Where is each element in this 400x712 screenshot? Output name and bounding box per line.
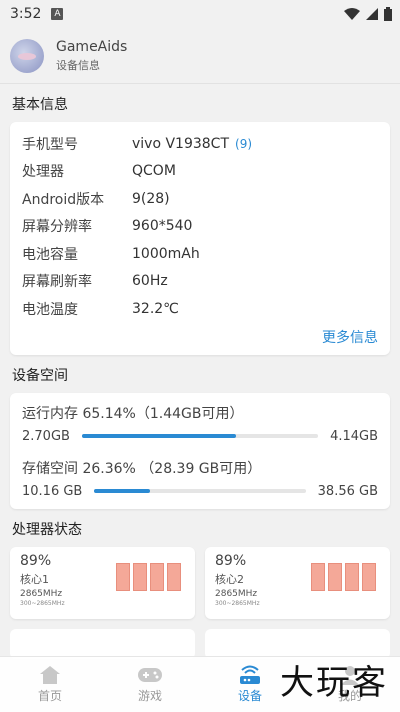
home-icon: [40, 666, 60, 684]
rom-total: 38.56 GB: [317, 483, 378, 499]
nav-device-label: 设备: [237, 689, 262, 703]
ram-used: 2.70GB: [22, 428, 70, 444]
cpu-bar: [362, 562, 376, 591]
cpu-bar: [150, 562, 164, 591]
info-row: 屏幕刷新率 60Hz: [22, 268, 378, 296]
cpu-range: 300~2865MHz: [215, 599, 260, 607]
nav-home[interactable]: 首页: [0, 657, 100, 712]
basic-info-title: 基本信息: [12, 97, 68, 113]
info-row: 处理器 QCOM: [22, 158, 378, 186]
gamepad-icon: [138, 668, 162, 682]
app-header: GameAids 设备信息: [0, 28, 400, 84]
wifi-icon: [344, 8, 360, 20]
app-subtitle: 设备信息: [56, 58, 100, 72]
app-title-group: GameAids 设备信息: [56, 39, 127, 73]
info-badge: (9): [235, 136, 253, 151]
info-key: 手机型号: [22, 136, 78, 153]
cpu-core-card: 89% 核心2 2865MHz 300~2865MHz: [205, 546, 390, 619]
basic-info-card: 手机型号 vivo V1938CT (9) 处理器 QCOM Android版本 9(2…: [10, 122, 390, 355]
cpu-grid-more: [0, 628, 400, 659]
info-key: 屏幕分辨率: [22, 219, 92, 236]
cpu-core-card: [10, 628, 195, 659]
ram-progress-fill: [81, 434, 236, 438]
signal-icon: [366, 8, 378, 20]
info-key: 处理器: [22, 164, 64, 181]
cpu-bar: [167, 562, 181, 591]
nav-games-label: 游戏: [137, 689, 162, 703]
watermark: 大玩客: [280, 663, 388, 703]
cpu-bars: [116, 562, 181, 591]
ram-bar-row: 2.70GB 4.14GB: [22, 429, 378, 444]
storage-title: 设备空间: [12, 367, 68, 384]
storage-card: 运行内存 65.14%（1.44GB可用） 2.70GB 4.14GB 存储空间…: [10, 392, 390, 509]
info-value: 960*540: [132, 218, 193, 235]
rom-used: 10.16 GB: [22, 483, 83, 499]
cpu-bar: [345, 562, 359, 591]
more-info-link[interactable]: 更多信息: [22, 327, 378, 347]
status-right: [344, 7, 392, 21]
info-row: 电池温度 32.2℃: [22, 295, 378, 323]
info-key: 电池容量: [22, 246, 78, 263]
info-value: QCOM: [132, 163, 176, 180]
info-value: 32.2℃: [132, 300, 179, 317]
info-row: Android版本 9(28): [22, 185, 378, 213]
cpu-core-card: [205, 628, 390, 659]
info-key: Android版本: [22, 191, 105, 208]
info-value: vivo V1938CT: [132, 135, 230, 152]
cpu-bar: [133, 562, 147, 591]
info-value: 9(28): [132, 190, 170, 207]
cpu-bar: [311, 562, 325, 591]
cpu-bars: [311, 562, 376, 591]
cpu-bar: [116, 562, 130, 591]
nav-games[interactable]: 游戏: [100, 657, 200, 712]
info-row: 电池容量 1000mAh: [22, 240, 378, 268]
cpu-title: 处理器状态: [12, 521, 82, 538]
cpu-bar: [328, 562, 342, 591]
ram-progress-bar: [81, 434, 319, 438]
cpu-core-card: 89% 核心1 2865MHz 300~2865MHz: [10, 546, 195, 619]
battery-icon: [384, 7, 392, 21]
rom-progress-bar: [94, 489, 306, 493]
status-time: 3:52: [10, 6, 42, 22]
app-title: GameAids: [56, 38, 128, 55]
cpu-grid: 89% 核心1 2865MHz 300~2865MHz 89% 核心2 2865…: [0, 546, 400, 619]
info-row: 屏幕分辨率 960*540: [22, 213, 378, 241]
ram-total: 4.14GB: [330, 428, 378, 444]
app-avatar[interactable]: [10, 38, 44, 73]
info-row: 手机型号 vivo V1938CT (9): [22, 130, 378, 158]
info-value: 60Hz: [132, 273, 168, 290]
router-icon: [240, 665, 260, 684]
info-key: 屏幕刷新率: [22, 274, 92, 291]
ram-title: 运行内存 65.14%（1.44GB可用）: [22, 405, 244, 422]
info-value: 1000mAh: [132, 245, 200, 262]
notification-icon: A: [51, 8, 64, 20]
rom-progress-fill: [94, 489, 151, 493]
nav-home-label: 首页: [37, 689, 62, 703]
rom-bar-row: 10.16 GB 38.56 GB: [22, 484, 378, 499]
info-key: 电池温度: [22, 301, 78, 318]
rom-title: 存储空间 26.36% （28.39 GB可用）: [22, 460, 262, 477]
cpu-range: 300~2865MHz: [20, 599, 65, 607]
status-bar: 3:52 A: [0, 0, 400, 28]
